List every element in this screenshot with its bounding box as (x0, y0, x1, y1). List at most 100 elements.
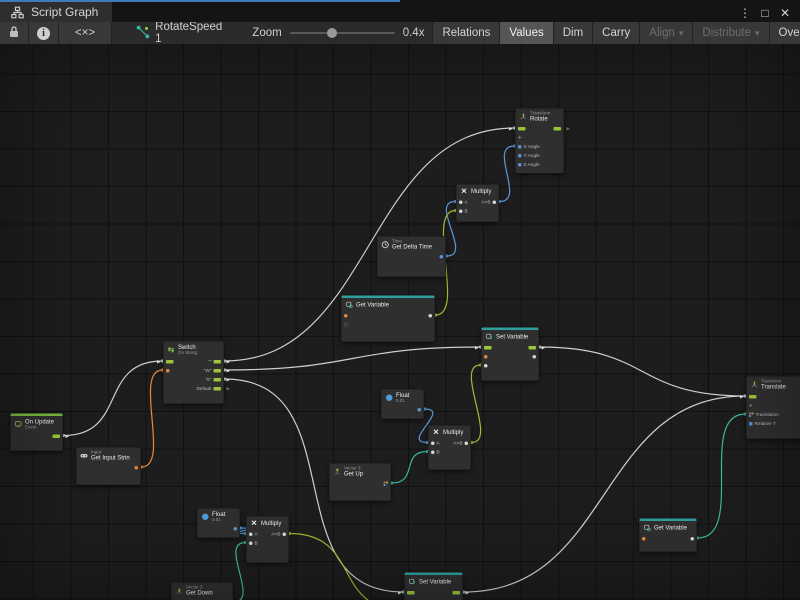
set-variable-icon (408, 578, 417, 587)
flow-port[interactable] (407, 591, 415, 595)
object-port[interactable] (749, 422, 753, 426)
value-port[interactable] (691, 537, 695, 541)
view-button-values[interactable]: Values (499, 22, 552, 44)
port-row: ▶▶ (405, 588, 463, 597)
script-graph-window: Script Graph ⋮ □ ✕ i <×> RotateSpeed 1 Z… (0, 0, 800, 600)
value-port[interactable] (249, 541, 253, 545)
node-title: Set Variable (496, 334, 528, 340)
flow-port[interactable] (166, 360, 174, 364)
value-port[interactable] (465, 441, 469, 445)
flow-port[interactable] (214, 360, 222, 364)
maximize-button[interactable]: □ (756, 4, 774, 22)
value-port[interactable] (533, 355, 537, 359)
value-port[interactable] (249, 532, 253, 536)
transform-port[interactable]: + (518, 135, 522, 141)
zoom-value: 0.4x (403, 27, 425, 39)
flow-arrow-icon: ▶ (740, 394, 743, 399)
flow-port[interactable] (554, 127, 562, 131)
flow-port[interactable] (214, 369, 222, 373)
node-get-variable-top[interactable]: Get Variable (341, 295, 435, 342)
info-button[interactable]: i (29, 22, 59, 44)
node-get-up[interactable]: Vector 3Get Up (329, 463, 391, 501)
node-multiply-top[interactable]: ✕MultiplyAA×BB (456, 184, 499, 222)
value-port[interactable] (484, 355, 488, 359)
value-port[interactable] (135, 466, 139, 470)
value-port[interactable] (431, 450, 435, 454)
node-get-delta-time[interactable]: TimeGet Delta Time (377, 236, 446, 277)
flow-port[interactable] (214, 387, 222, 391)
value-port[interactable] (440, 255, 444, 259)
node-set-variable-bottom[interactable]: Set Variable▶▶ (404, 572, 463, 600)
value-port[interactable] (518, 154, 522, 158)
view-button-carry[interactable]: Carry (592, 22, 639, 44)
value-port[interactable] (283, 532, 287, 536)
view-button-overview[interactable]: Overview (769, 22, 800, 44)
view-button-align[interactable]: Align▾ (639, 22, 692, 44)
graph-canvas[interactable]: On UpdateEvent▶ InputGet Input Strin ⇆Swit… (0, 44, 800, 600)
value-port[interactable] (418, 408, 422, 412)
node-translate[interactable]: TransformTranslate▶+TranslationRelative … (746, 376, 800, 439)
flow-port[interactable] (453, 591, 461, 595)
value-port[interactable] (234, 527, 238, 531)
tab-script-graph[interactable]: Script Graph (0, 2, 112, 22)
node-get-down[interactable]: Vector 3Get Down (171, 582, 233, 600)
value-port[interactable] (431, 441, 435, 445)
zoom-slider[interactable] (290, 32, 395, 34)
node-on-update[interactable]: On UpdateEvent▶ (10, 413, 63, 451)
value-port[interactable] (642, 537, 646, 541)
zoom-control: Zoom 0.4x (244, 22, 432, 44)
empty-port[interactable] (344, 323, 348, 327)
value-port[interactable] (429, 314, 433, 318)
port-row: B (247, 539, 289, 548)
value-port[interactable] (459, 200, 463, 204)
lock-button[interactable] (0, 22, 29, 44)
graph-world: On UpdateEvent▶ InputGet Input Strin ⇆Swit… (0, 44, 800, 600)
value-port[interactable] (484, 364, 488, 368)
view-button-dim[interactable]: Dim (553, 22, 592, 44)
value-port[interactable] (344, 314, 348, 318)
graph-breadcrumb[interactable]: RotateSpeed 1 (126, 22, 232, 44)
node-multiply-mid[interactable]: ✕MultiplyAA×BB (428, 425, 471, 470)
node-rotate[interactable]: TransformRotate▶▶+X AngleY AngleZ Angle (515, 108, 564, 174)
value-port[interactable] (459, 209, 463, 213)
flow-port[interactable] (484, 346, 492, 350)
value-port[interactable] (518, 163, 522, 167)
multiply-icon: ✕ (432, 428, 441, 437)
chevron-down-icon: ▾ (755, 28, 760, 39)
node-title: Get Down (186, 590, 213, 596)
flow-port[interactable] (529, 346, 537, 350)
close-button[interactable]: ✕ (776, 4, 794, 22)
node-switch[interactable]: ⇆SwitchOn String▶""▶"W"▶"S"▶Default▶ (163, 341, 224, 404)
port-label: "W" (204, 368, 212, 374)
vector3-port[interactable] (384, 481, 389, 486)
flow-port[interactable] (749, 395, 757, 399)
lock-icon (8, 25, 20, 41)
node-get-variable-br[interactable]: Get Variable (639, 518, 697, 552)
window-menu-button[interactable]: ⋮ (736, 4, 754, 22)
port-label: Y Angle (524, 153, 540, 159)
flow-port[interactable] (518, 127, 526, 131)
value-port[interactable] (493, 200, 497, 204)
flow-port[interactable] (214, 378, 222, 382)
value-port[interactable] (166, 369, 170, 373)
view-button-distribute[interactable]: Distribute▾ (692, 22, 768, 44)
flow-port[interactable] (53, 434, 61, 438)
node-float-bottom[interactable]: Float0.01 (197, 508, 240, 538)
code-brackets-icon: <×> (75, 27, 95, 39)
value-port[interactable] (518, 145, 522, 149)
node-get-input[interactable]: InputGet Input Strin (76, 447, 141, 485)
view-button-relations[interactable]: Relations (432, 22, 499, 44)
transform-icon (519, 112, 528, 121)
port-row (482, 352, 539, 361)
info-icon: i (37, 27, 50, 40)
port-label: A (437, 440, 440, 446)
chevron-down-icon: ▾ (679, 28, 684, 39)
transform-port[interactable]: + (749, 403, 753, 409)
node-set-variable-mid[interactable]: Set Variable▶▶ (481, 327, 539, 381)
edit-graph-button[interactable]: <×> (59, 22, 112, 44)
node-subtitle: On String (178, 350, 197, 355)
zoom-slider-thumb[interactable] (327, 28, 337, 38)
node-float-mid[interactable]: Float0.01 (381, 389, 424, 419)
vector3-port[interactable] (749, 412, 754, 417)
node-multiply-bottom[interactable]: ✕MultiplyAA×BB (246, 516, 289, 563)
